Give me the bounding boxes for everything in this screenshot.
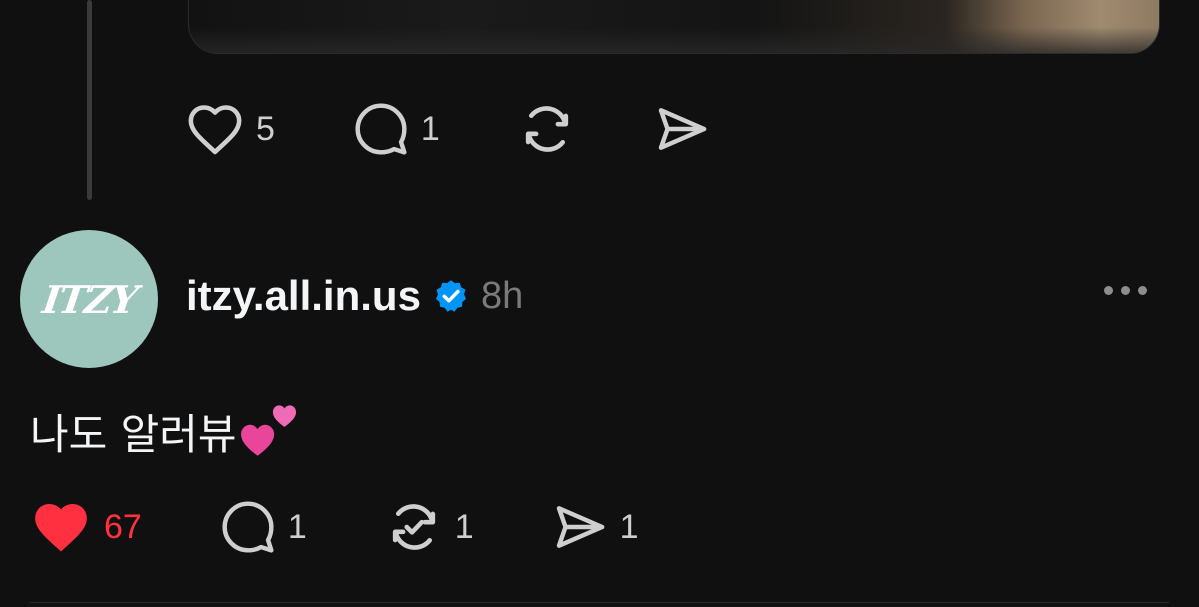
more-dot (1121, 286, 1130, 295)
more-dot (1104, 286, 1113, 295)
like-button[interactable]: 67 (30, 498, 142, 556)
reply-count: 1 (287, 507, 307, 546)
post-header: itzy.all.in.us 8h (186, 270, 523, 322)
more-options-button[interactable] (1104, 286, 1147, 295)
thread-connector-line (87, 0, 92, 200)
upper-post-actions: 5 1 (186, 100, 710, 158)
upper-like-button[interactable]: 5 (186, 102, 275, 156)
like-count: 67 (104, 507, 142, 546)
post-media-image[interactable] (188, 0, 1160, 54)
upper-reply-button[interactable]: 1 (353, 101, 440, 157)
avatar-logo: ITZY (39, 276, 139, 322)
send-icon (658, 108, 707, 150)
upper-reply-count: 1 (420, 109, 440, 148)
repost-button[interactable]: 1 (385, 498, 474, 556)
reply-button[interactable]: 1 (220, 499, 307, 555)
media-shade (189, 27, 1159, 53)
post-actions: 67 1 1 1 (30, 498, 639, 556)
post-text-content: 나도 알러뷰 (30, 409, 237, 459)
repost-checked-icon (392, 504, 435, 550)
two-hearts-icon (240, 405, 296, 456)
upper-like-count: 5 (256, 109, 275, 148)
post-divider (30, 602, 1169, 603)
repost-count: 1 (454, 507, 474, 546)
post-timestamp: 8h (480, 274, 524, 317)
heart-filled-icon (35, 504, 87, 552)
username[interactable]: itzy.all.in.us (186, 272, 421, 320)
upper-repost-button[interactable] (518, 100, 576, 158)
verified-badge-icon (433, 278, 469, 314)
comment-icon (222, 501, 274, 553)
send-icon (556, 506, 605, 548)
avatar[interactable]: ITZY (20, 230, 158, 368)
comment-icon (355, 103, 407, 155)
upper-share-button[interactable] (654, 101, 710, 157)
heart-icon (188, 105, 242, 155)
more-dot (1138, 286, 1147, 295)
share-button[interactable]: 1 (552, 499, 639, 555)
share-count: 1 (619, 507, 639, 546)
post-text: 나도 알러뷰 (30, 400, 301, 462)
repost-icon (525, 106, 568, 152)
